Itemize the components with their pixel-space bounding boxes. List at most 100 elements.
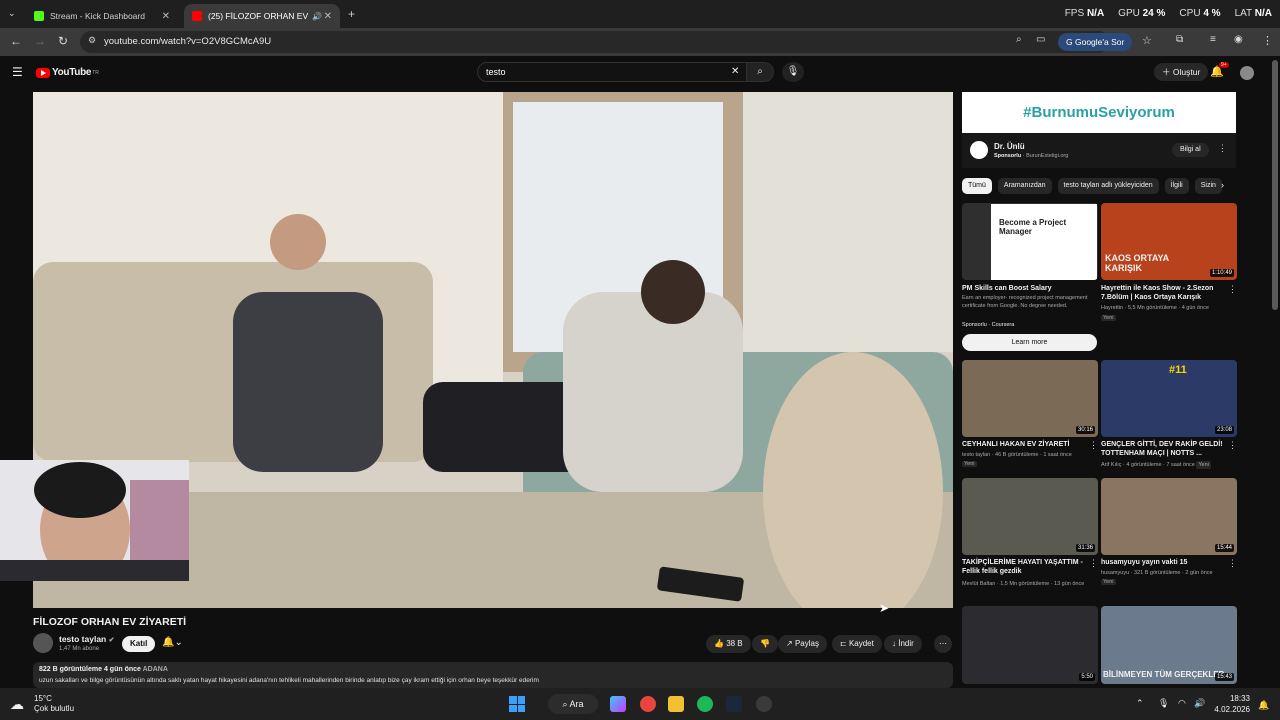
channel-avatar[interactable] [33,633,53,653]
video-thumbnail[interactable]: Become a Project Manager [962,203,1098,280]
share-button[interactable]: ↗ Paylaş [778,635,827,653]
volume-icon[interactable]: 🔊 [1194,698,1205,709]
video-title: FİLOZOF ORHAN EV ZİYARETİ [33,616,187,628]
weather-description[interactable]: Çok bulutlu [34,704,74,713]
rec-menu-icon[interactable]: ⋮ [1228,440,1237,451]
google-ask-button[interactable]: G Google'a Sor [1058,33,1133,51]
reading-list-icon[interactable]: ≡ [1210,34,1216,45]
extensions-icon[interactable]: ⧉ [1176,34,1183,45]
like-button[interactable]: 👍 38 B [706,635,751,653]
speaker-icon[interactable]: 🔊 [312,12,322,21]
video-thumbnail[interactable]: 15:44 [1101,478,1237,555]
rec-menu-icon[interactable]: ⋮ [1228,558,1237,569]
clock-date[interactable]: 4.02.2026 [1206,705,1250,714]
new-tab-button[interactable]: + [348,7,355,21]
rec-sponsor: Sponsorlu · Coursera [962,322,1015,328]
cpu-stat: CPU 4 % [1179,8,1221,19]
rec-title[interactable]: TAKİPÇİLERİME HAYATI YAŞATTIM - Fellik f… [962,558,1090,576]
file-explorer-icon[interactable] [668,696,684,712]
windows-start-icon[interactable] [509,696,525,712]
chip-all[interactable]: Tümü [962,178,992,194]
reload-icon[interactable]: ↻ [58,34,68,48]
create-button[interactable]: ＋ Oluştur [1154,63,1209,81]
bookmark-star-icon[interactable]: ☆ [1142,34,1152,47]
video-thumbnail[interactable]: BİLİNMEYEN TÜM GERÇEKLER 15:43 [1101,606,1237,684]
rec-title[interactable]: husamyuyu yayın vakti 15 [1101,558,1229,567]
video-thumbnail[interactable]: 31:36 [962,478,1098,555]
share-icon: ↗ [786,639,795,648]
more-actions-button[interactable]: ⋯ [934,635,952,653]
ad-banner[interactable]: #BurnumuSeviyorum [962,92,1236,133]
tab-kick-dashboard[interactable]: Stream - Kick Dashboard ✕ [26,4,178,28]
rec-menu-icon[interactable]: ⋮ [1089,558,1098,569]
zoom-icon[interactable]: ⌕ [1016,34,1022,45]
chip-from-search[interactable]: Aramanızdan [997,178,1052,194]
bell-dropdown-icon[interactable]: 🔔⌄ [162,637,183,648]
clock-time[interactable]: 18:33 [1220,694,1250,703]
clear-search-icon[interactable]: ✕ [731,66,739,77]
chrome-icon[interactable] [640,696,656,712]
video-thumbnail[interactable]: 30:16 [962,360,1098,437]
forward-arrow-icon[interactable]: → [34,34,46,48]
video-thumbnail[interactable]: #11 23:08 [1101,360,1237,437]
channel-name[interactable]: testo taylan ✔ [59,634,115,644]
dislike-button[interactable]: 👎 [752,635,778,653]
chevron-up-icon[interactable]: ⌃ [1136,698,1144,709]
profile-icon[interactable]: ◉ [1234,34,1243,45]
chip-uploader[interactable]: testo taylan adlı yükleyiciden [1057,178,1159,194]
rec-meta: testo taylan · 46 B görüntüleme · 1 saat… [962,452,1072,458]
back-arrow-icon[interactable]: ← [10,34,22,48]
menu-kebab-icon[interactable]: ⋮ [1262,34,1273,47]
ad-card: Dr. Ünlü Sponsorlu · BurunEstetigi.org B… [962,133,1236,168]
thumb-text: #11 [1169,364,1187,376]
obs-icon[interactable] [756,696,772,712]
search-input[interactable]: testo ✕ [477,62,747,82]
rec-meta: Hayrettin · 5,5 Mn görüntüleme · 4 gün ö… [1101,305,1209,311]
chip-for-you[interactable]: Sizin [1194,178,1222,194]
page-scrollbar[interactable] [1272,60,1278,310]
ad-sponsored-line: Sponsorlu · BurunEstetigi.org [994,153,1069,159]
cast-icon[interactable]: ▭ [1036,34,1045,45]
join-button[interactable]: Katıl [122,636,156,652]
microphone-tray-icon[interactable]: 🎙 [1158,698,1169,709]
rec-title[interactable]: Hayrettin ile Kaos Show - 2.Sezon 7.Bölü… [1101,284,1229,302]
weather-temperature[interactable]: 15°C [34,694,52,703]
ad-info-button[interactable]: Bilgi al [1172,143,1209,157]
notifications-icon[interactable]: 🔔 [1258,700,1269,711]
advertiser-logo [970,141,988,159]
youtube-logo[interactable]: YouTube TR [36,67,99,78]
chip-related[interactable]: İlgili [1164,178,1189,194]
copilot-icon[interactable] [610,696,626,712]
steam-icon[interactable] [726,696,742,712]
description-box[interactable]: 822 B görüntüleme 4 gün önce ADANA uzun … [33,662,953,688]
learn-more-button[interactable]: Learn more [962,334,1097,351]
avatar[interactable] [1240,66,1254,80]
wifi-icon[interactable]: ◠ [1178,698,1186,709]
rec-title[interactable]: GENÇLER GİTTİ, DEV RAKİP GELDİ! TOTTENHA… [1101,440,1229,458]
video-duration: 15:43 [1214,673,1234,681]
tab-search-icon[interactable]: ⌄ [8,8,16,19]
rec-title[interactable]: PM Skills can Boost Salary [962,284,1090,293]
close-icon[interactable]: ✕ [162,11,170,22]
rec-title[interactable]: CEYHANLI HAKAN EV ZİYARETİ [962,440,1090,449]
tab-youtube-video[interactable]: (25) FİLOZOF ORHAN EV Zİ 🔊 ✕ [184,4,340,28]
rec-menu-icon[interactable]: ⋮ [1228,284,1237,295]
save-button[interactable]: ⊏ Kaydet [832,635,882,653]
voice-search-button[interactable]: 🎙 [782,62,804,82]
download-button[interactable]: ↓ İndir [884,635,922,653]
site-info-icon[interactable]: ⚙ [88,35,96,46]
taskbar-search[interactable]: ⌕ Ara [548,694,598,714]
lat-stat: LAT N/A [1234,8,1272,19]
ad-menu-icon[interactable]: ⋮ [1218,143,1227,154]
video-thumbnail[interactable]: 5:50 [962,606,1098,684]
fps-stat: FPS N/A [1064,8,1105,19]
search-button[interactable]: ⌕ [746,62,774,82]
chevron-right-icon[interactable]: › [1221,180,1224,190]
video-thumbnail[interactable]: KAOS ORTAYA KARIŞIK 1:10:49 [1101,203,1237,280]
address-bar[interactable]: ⚙ youtube.com/watch?v=O2V8GCMcA9U [80,31,1110,53]
spotify-icon[interactable] [697,696,713,712]
rec-menu-icon[interactable]: ⋮ [1089,440,1098,451]
close-icon[interactable]: ✕ [324,11,332,22]
microphone-icon: 🎙 [786,66,800,77]
hamburger-menu-icon[interactable]: ☰ [12,65,23,79]
